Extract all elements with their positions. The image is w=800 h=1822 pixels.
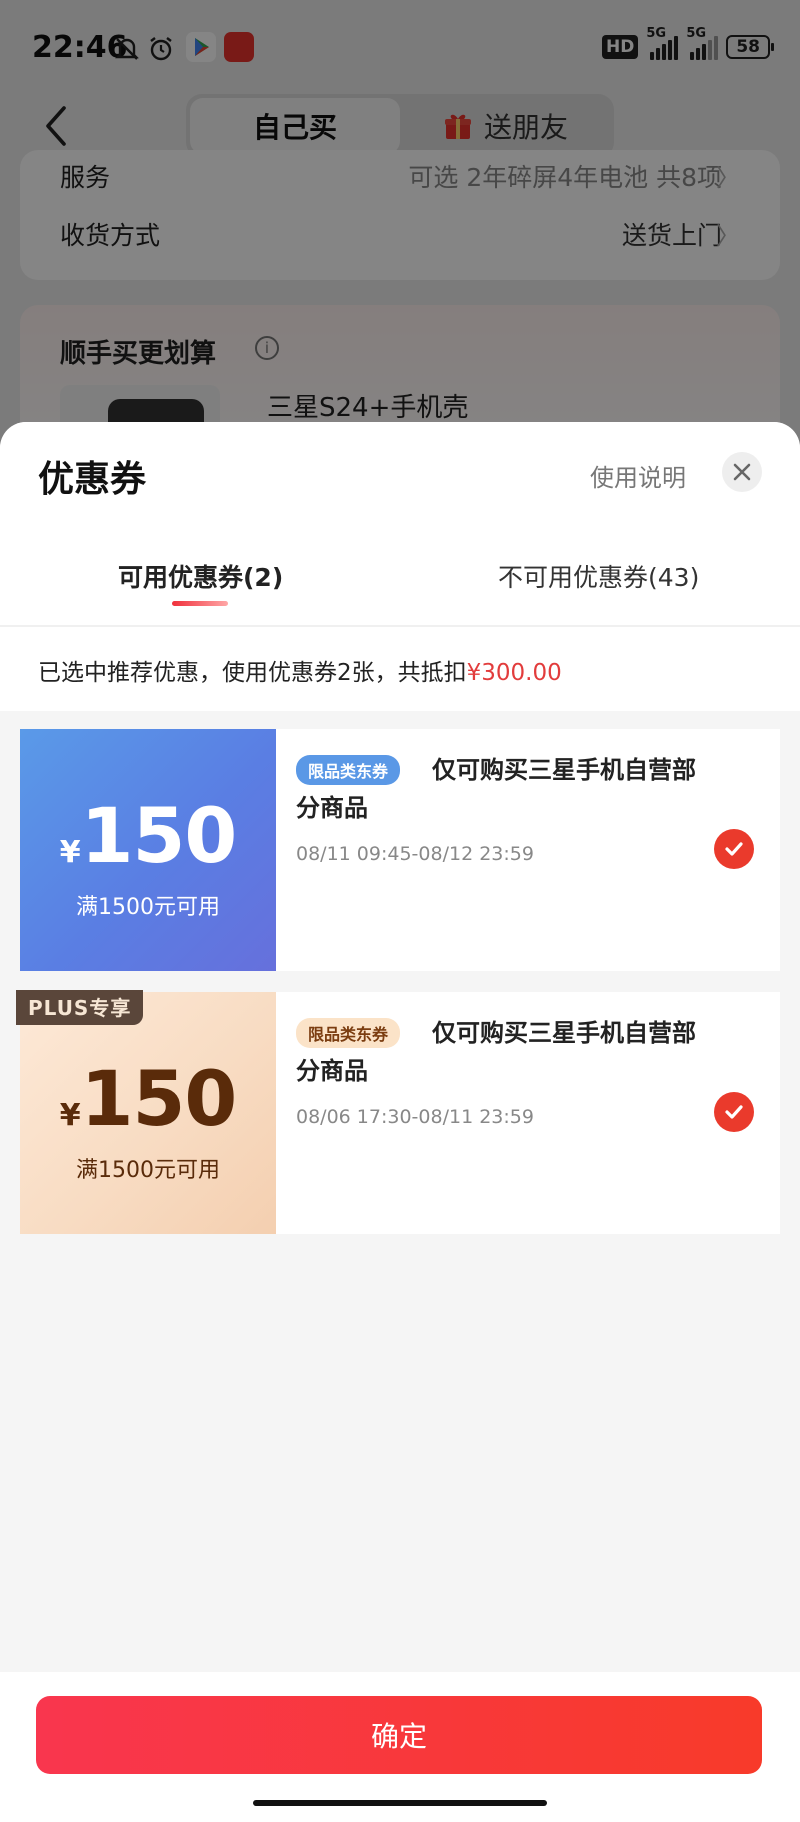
currency-symbol: ¥: [59, 835, 81, 870]
plus-exclusive-tag: PLUS专享: [16, 990, 144, 1025]
coupon-validity: 08/11 09:45-08/12 23:59: [296, 843, 534, 865]
home-indicator[interactable]: [253, 1800, 547, 1806]
amount-value: 150: [80, 1054, 238, 1143]
coupon-amount: ¥150: [20, 791, 276, 880]
coupon-value-stub: ¥150 满1500元可用: [14, 729, 276, 971]
coupon-threshold: 满1500元可用: [76, 895, 220, 920]
close-icon: [733, 463, 751, 481]
coupon-type-badge: 限品类东券: [296, 755, 401, 785]
confirm-button[interactable]: 确定: [36, 1696, 762, 1774]
coupon-amount: ¥150: [20, 1054, 276, 1143]
close-button[interactable]: [722, 452, 762, 492]
active-tab-indicator: [172, 601, 228, 606]
tab-available-coupons[interactable]: 可用优惠券(2): [118, 558, 283, 594]
modal-overlay[interactable]: [0, 0, 800, 430]
coupon-card[interactable]: ¥150 满1500元可用 PLUS专享 仅可购买三星手机自营部分商品 限品类东…: [14, 990, 780, 1234]
tab-unavailable-coupons[interactable]: 不可用优惠券(43): [498, 558, 699, 594]
currency-symbol: ¥: [59, 1098, 81, 1133]
check-icon: [725, 1105, 743, 1119]
summary-amount: ¥300.00: [466, 660, 562, 686]
amount-value: 150: [80, 791, 238, 880]
coupon-value-stub: ¥150 满1500元可用: [14, 992, 276, 1234]
summary-text: 已选中推荐优惠，使用优惠券2张，共抵扣¥300.00: [38, 653, 562, 687]
check-icon: [725, 842, 743, 856]
discount-summary: 已选中推荐优惠，使用优惠券2张，共抵扣¥300.00: [0, 627, 800, 711]
sheet-header: 优惠券 使用说明 可用优惠券(2) 不可用优惠券(43): [0, 422, 800, 627]
sheet-title: 优惠券: [38, 459, 147, 500]
coupon-validity: 08/06 17:30-08/11 23:59: [296, 1106, 534, 1128]
coupon-sheet: 优惠券 使用说明 可用优惠券(2) 不可用优惠券(43) 已选中推荐优惠，使用优…: [0, 422, 800, 1822]
coupon-checkbox[interactable]: [714, 829, 754, 869]
coupon-type-badge: 限品类东券: [296, 1018, 401, 1048]
coupon-threshold: 满1500元可用: [76, 1158, 220, 1183]
summary-prefix: 已选中推荐优惠，使用优惠券2张，共抵扣: [38, 660, 467, 686]
usage-instructions-link[interactable]: 使用说明: [590, 458, 686, 493]
coupon-card[interactable]: ¥150 满1500元可用 仅可购买三星手机自营部分商品 限品类东券 08/11…: [14, 729, 780, 971]
coupon-checkbox[interactable]: [714, 1092, 754, 1132]
